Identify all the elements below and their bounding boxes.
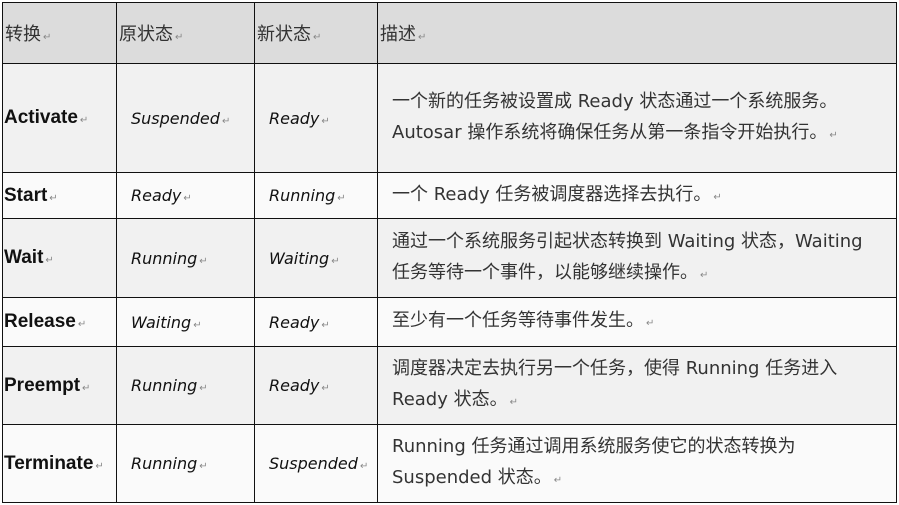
description-text: 一个 Ready 任务被调度器选择去执行。: [392, 183, 712, 205]
transition-name: Terminate: [4, 452, 94, 474]
table-row: Release ↵ Waiting ↵ Ready ↵ 至少有一个任务等待事件发生。 ↵: [2, 297, 897, 347]
paragraph-mark-icon: ↵: [331, 255, 340, 267]
paragraph-mark-icon: ↵: [49, 192, 58, 204]
paragraph-mark-icon: ↵: [829, 129, 838, 141]
paragraph-mark-icon: ↵: [199, 383, 208, 394]
paragraph-mark-icon: ↵: [337, 193, 346, 204]
transition-name: Preempt: [4, 374, 81, 396]
paragraph-mark-icon: ↵: [321, 383, 330, 394]
header-description-label: 描述: [380, 24, 416, 45]
paragraph-mark-icon: ↵: [199, 461, 208, 472]
header-to-state: 新状态 ↵: [254, 2, 378, 64]
table-row: Terminate ↵ Running ↵ Suspended ↵ Running 任…: [2, 424, 897, 503]
description-cell: 至少有一个任务等待事件发生。 ↵: [377, 297, 897, 347]
paragraph-mark-icon: ↵: [713, 191, 722, 203]
transition-name: Activate: [4, 107, 78, 128]
from-state-cell: Ready ↵: [116, 172, 255, 219]
to-state-cell: Ready ↵: [254, 346, 378, 425]
to-state: Running: [269, 186, 336, 205]
from-state: Running: [131, 376, 198, 395]
to-state: Suspended: [269, 454, 358, 473]
from-state-cell: Running ↵: [116, 218, 255, 298]
paragraph-mark-icon: ↵: [313, 32, 322, 43]
paragraph-mark-icon: ↵: [95, 460, 104, 472]
description-text: Running 任务通过调用系统服务使它的状态转换为 Suspended 状态。: [392, 436, 796, 488]
header-to-state-label: 新状态: [257, 24, 311, 45]
paragraph-mark-icon: ↵: [43, 32, 52, 43]
from-state: Ready: [131, 186, 182, 205]
table-row: Wait ↵ Running ↵ Waiting ↵ 通过一个系统服务引起状态转换到 …: [2, 218, 897, 298]
paragraph-mark-icon: ↵: [221, 115, 231, 127]
paragraph-mark-icon: ↵: [82, 382, 91, 394]
transition-name: Release: [4, 311, 76, 332]
header-description: 描述 ↵: [377, 2, 897, 64]
paragraph-mark-icon: ↵: [553, 475, 563, 486]
transition-name: Wait: [4, 247, 44, 268]
description-cell: 调度器决定去执行另一个任务，使得 Running 任务进入 Ready 状态。 ↵: [377, 346, 897, 425]
description-cell: 一个 Ready 任务被调度器选择去执行。 ↵: [377, 172, 897, 219]
table-row: Start ↵ Ready ↵ Running ↵ 一个 Ready 任务被调度器选择…: [2, 172, 897, 219]
description-cell: Running 任务通过调用系统服务使它的状态转换为 Suspended 状态。…: [377, 424, 897, 503]
table-row: Preempt ↵ Running ↵ Ready ↵ 调度器决定去执行另一个任务，使…: [2, 346, 897, 425]
transition-cell: Terminate ↵: [2, 424, 117, 503]
paragraph-mark-icon: ↵: [193, 319, 202, 331]
transition-cell: Activate ↵: [2, 63, 117, 173]
header-from-state-label: 原状态: [119, 24, 173, 45]
transition-name: Start: [4, 184, 48, 206]
from-state: Running: [131, 248, 198, 268]
to-state: Ready: [269, 312, 320, 332]
paragraph-mark-icon: ↵: [79, 115, 89, 126]
from-state-cell: Waiting ↵: [116, 297, 255, 347]
paragraph-mark-icon: ↵: [77, 319, 87, 330]
transition-cell: Preempt ↵: [2, 346, 117, 425]
table-header-row: 转换 ↵ 原状态 ↵ 新状态 ↵ 描述 ↵: [2, 2, 897, 64]
description-text: 一个新的任务被设置成 Ready 状态通过一个系统服务。Autosar 操作系统…: [392, 90, 838, 143]
transition-cell: Start ↵: [2, 172, 117, 219]
transition-cell: Wait ↵: [2, 218, 117, 298]
description-text: 通过一个系统服务引起状态转换到 Waiting 状态，Waiting 任务等待一…: [392, 230, 863, 283]
paragraph-mark-icon: ↵: [321, 319, 330, 331]
paragraph-mark-icon: ↵: [359, 461, 369, 472]
transition-cell: Release ↵: [2, 297, 117, 347]
header-transition-label: 转换: [5, 24, 41, 45]
paragraph-mark-icon: ↵: [175, 32, 184, 43]
paragraph-mark-icon: ↵: [418, 32, 427, 43]
description-cell: 一个新的任务被设置成 Ready 状态通过一个系统服务。Autosar 操作系统…: [377, 63, 897, 173]
to-state-cell: Ready ↵: [254, 63, 378, 173]
table-row: Activate ↵ Suspended ↵ Ready ↵ 一个新的任务被设置成 R…: [2, 63, 897, 173]
task-state-transition-table: 转换 ↵ 原状态 ↵ 新状态 ↵ 描述 ↵ Activate ↵ Suspended ↵ R…: [2, 2, 897, 503]
to-state: Waiting: [269, 248, 330, 268]
from-state-cell: Running ↵: [116, 424, 255, 503]
paragraph-mark-icon: ↵: [45, 255, 54, 266]
from-state: Running: [131, 454, 198, 473]
from-state-cell: Suspended ↵: [116, 63, 255, 173]
from-state-cell: Running ↵: [116, 346, 255, 425]
paragraph-mark-icon: ↵: [321, 115, 330, 127]
description-text: 调度器决定去执行另一个任务，使得 Running 任务进入 Ready 状态。: [392, 358, 838, 410]
description-cell: 通过一个系统服务引起状态转换到 Waiting 状态，Waiting 任务等待一…: [377, 218, 897, 298]
to-state-cell: Running ↵: [254, 172, 378, 219]
from-state: Waiting: [131, 312, 192, 332]
from-state: Suspended: [131, 108, 220, 128]
header-transition: 转换 ↵: [2, 2, 117, 64]
paragraph-mark-icon: ↵: [509, 397, 518, 408]
description-text: 至少有一个任务等待事件发生。: [392, 310, 644, 331]
to-state: Ready: [269, 376, 320, 395]
paragraph-mark-icon: ↵: [183, 193, 192, 204]
to-state-cell: Waiting ↵: [254, 218, 378, 298]
paragraph-mark-icon: ↵: [646, 318, 655, 329]
paragraph-mark-icon: ↵: [199, 255, 208, 267]
paragraph-mark-icon: ↵: [700, 269, 709, 281]
to-state: Ready: [269, 108, 320, 128]
to-state-cell: Ready ↵: [254, 297, 378, 347]
header-from-state: 原状态 ↵: [116, 2, 255, 64]
to-state-cell: Suspended ↵: [254, 424, 378, 503]
